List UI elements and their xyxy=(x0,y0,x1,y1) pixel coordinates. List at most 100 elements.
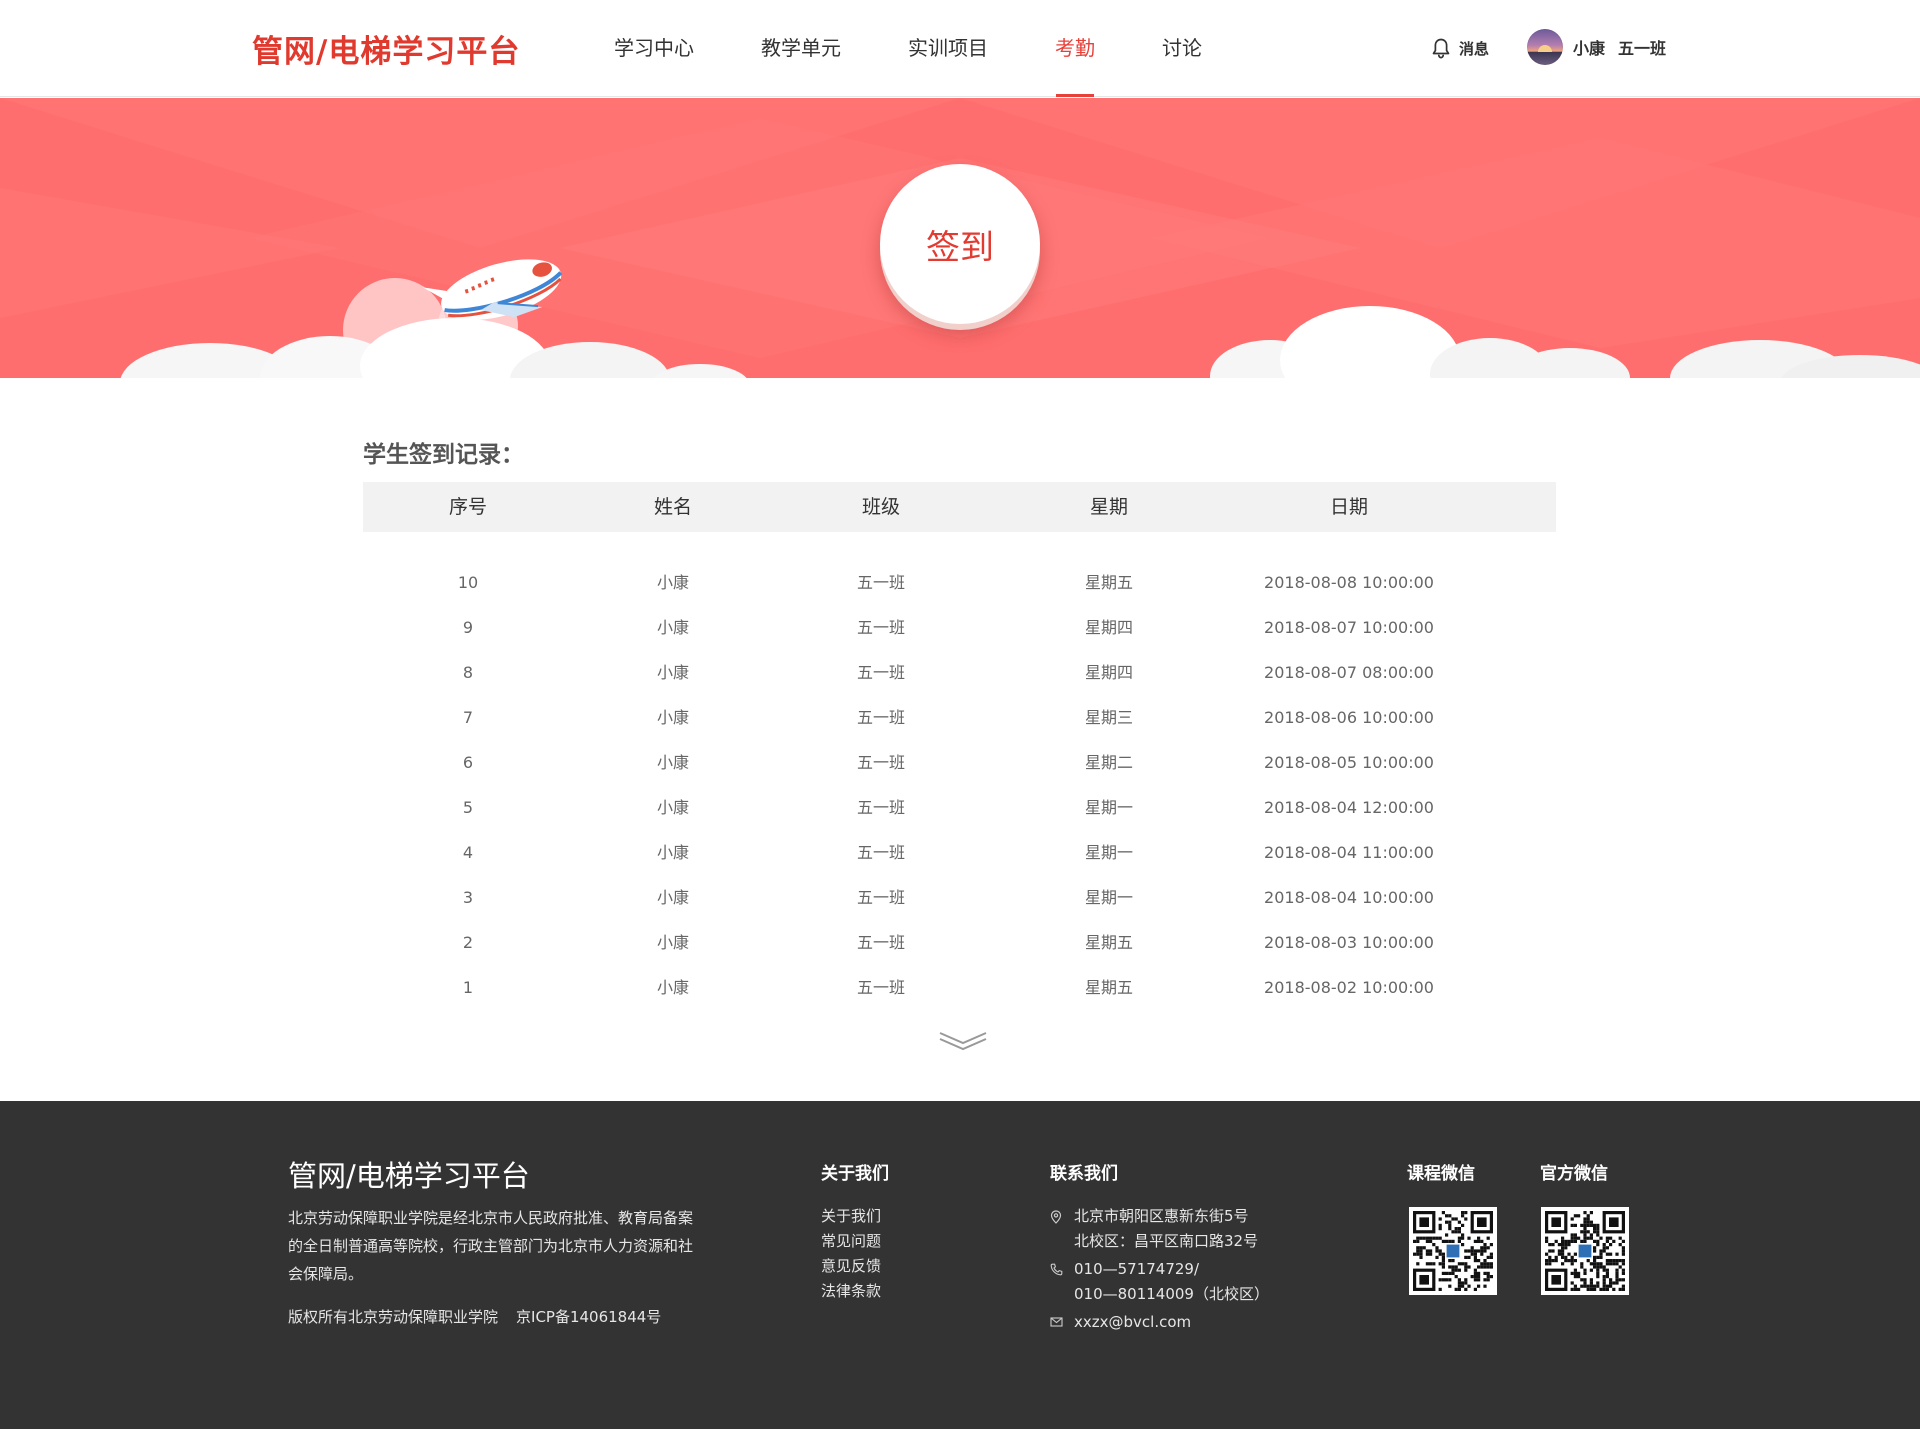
cell-date: 2018-08-02 10:00:00 xyxy=(1264,978,1434,997)
cell-date: 2018-08-07 08:00:00 xyxy=(1264,663,1434,682)
qr-code-course xyxy=(1409,1207,1497,1295)
contact-address: 北京市朝阳区惠新东街5号 北校区：昌平区南口路32号 xyxy=(1050,1204,1269,1254)
cell-index: 7 xyxy=(462,708,474,727)
cell-index: 5 xyxy=(462,798,474,817)
phone-main: 010—57174729/ xyxy=(1074,1260,1200,1278)
cell-weekday: 星期三 xyxy=(1084,708,1134,727)
cell-date: 2018-08-06 10:00:00 xyxy=(1264,708,1434,727)
user-name: 小康 xyxy=(1573,39,1606,58)
cell-class: 五一班 xyxy=(856,888,906,907)
footer-contact: 北京市朝阳区惠新东街5号 北校区：昌平区南口路32号 010—57174729/… xyxy=(1050,1204,1269,1335)
cell-name: 小康 xyxy=(656,753,690,772)
cell-weekday: 星期一 xyxy=(1084,798,1134,817)
qr-code-image xyxy=(1413,1211,1493,1291)
top-header: 管网/电梯学习平台 学习中心 教学单元 实训项目 考勤 讨论 消息 小康 五一班 xyxy=(0,0,1920,97)
cell-name: 小康 xyxy=(656,708,690,727)
site-logo[interactable]: 管网/电梯学习平台 xyxy=(252,26,520,71)
column-header-name: 姓名 xyxy=(653,496,693,518)
attendance-table: 序号 姓名 班级 星期 日期 10 小康 五一班 星期五 2018-08-08 … xyxy=(363,482,1556,1010)
cell-weekday: 星期五 xyxy=(1084,933,1134,952)
table-row: 9 小康 五一班 星期四 2018-08-07 10:00:00 xyxy=(363,605,1556,650)
cell-weekday: 星期二 xyxy=(1084,753,1134,772)
table-row: 5 小康 五一班 星期一 2018-08-04 12:00:00 xyxy=(363,785,1556,830)
cell-index: 8 xyxy=(462,663,474,682)
email-address[interactable]: xxzx@bvcl.com xyxy=(1074,1310,1269,1335)
cell-class: 五一班 xyxy=(856,663,906,682)
copyright-text: 版权所有北京劳动保障职业学院 xyxy=(288,1308,499,1326)
cell-class: 五一班 xyxy=(856,753,906,772)
table-row: 10 小康 五一班 星期五 2018-08-08 10:00:00 xyxy=(363,560,1556,605)
footer-link-faq[interactable]: 常见问题 xyxy=(821,1229,881,1254)
phone-north: 010—80114009（北校区） xyxy=(1074,1285,1269,1303)
table-row: 3 小康 五一班 星期一 2018-08-04 10:00:00 xyxy=(363,875,1556,920)
footer-link-legal[interactable]: 法律条款 xyxy=(821,1279,881,1304)
messages-button[interactable]: 消息 xyxy=(1432,34,1489,62)
cell-name: 小康 xyxy=(656,618,690,637)
cell-class: 五一班 xyxy=(856,798,906,817)
contact-phone: 010—57174729/ 010—80114009（北校区） xyxy=(1050,1257,1269,1307)
cell-index: 6 xyxy=(462,753,474,772)
table-row: 1 小康 五一班 星期五 2018-08-02 10:00:00 xyxy=(363,965,1556,1010)
cell-class: 五一班 xyxy=(856,573,906,592)
cell-name: 小康 xyxy=(656,978,690,997)
table-row: 7 小康 五一班 星期三 2018-08-06 10:00:00 xyxy=(363,695,1556,740)
cell-weekday: 星期五 xyxy=(1084,573,1134,592)
footer-description: 北京劳动保障职业学院是经北京市人民政府批准、教育局备案的全日制普通高等院校，行政… xyxy=(288,1209,694,1283)
nav-item-attendance[interactable]: 考勤 xyxy=(1041,0,1109,97)
nav-item-discussion[interactable]: 讨论 xyxy=(1148,0,1216,97)
avatar xyxy=(1527,29,1563,65)
icp-number[interactable]: 京ICP备14061844号 xyxy=(516,1308,661,1326)
footer-about-title: 关于我们 xyxy=(821,1164,889,1184)
table-row: 8 小康 五一班 星期四 2018-08-07 08:00:00 xyxy=(363,650,1556,695)
cell-date: 2018-08-08 10:00:00 xyxy=(1264,573,1434,592)
cell-class: 五一班 xyxy=(856,933,906,952)
cell-weekday: 星期四 xyxy=(1084,618,1134,637)
column-header-date: 日期 xyxy=(1329,496,1369,518)
attendance-banner: 签到 xyxy=(0,98,1920,378)
records-title: 学生签到记录： xyxy=(363,442,524,468)
load-more-button[interactable] xyxy=(938,1030,988,1056)
sign-in-button[interactable]: 签到 xyxy=(880,164,1040,324)
cell-name: 小康 xyxy=(656,663,690,682)
address-main: 北京市朝阳区惠新东街5号 xyxy=(1074,1207,1249,1225)
nav-item-learning-center[interactable]: 学习中心 xyxy=(600,0,708,97)
column-header-index: 序号 xyxy=(448,496,488,518)
address-north: 北校区：昌平区南口路32号 xyxy=(1074,1232,1259,1250)
double-chevron-down-icon xyxy=(939,1032,987,1051)
footer-brand: 管网/电梯学习平台 xyxy=(288,1159,530,1193)
cell-name: 小康 xyxy=(656,573,690,592)
cell-weekday: 星期一 xyxy=(1084,888,1134,907)
cell-date: 2018-08-04 11:00:00 xyxy=(1264,843,1434,862)
cell-date: 2018-08-07 10:00:00 xyxy=(1264,618,1434,637)
cell-index: 2 xyxy=(462,933,474,952)
cell-index: 10 xyxy=(457,573,479,592)
footer-copyright: 版权所有北京劳动保障职业学院 京ICP备14061844号 xyxy=(288,1306,661,1327)
footer-link-about[interactable]: 关于我们 xyxy=(821,1204,881,1229)
column-header-weekday: 星期 xyxy=(1089,496,1129,518)
cell-name: 小康 xyxy=(656,798,690,817)
cell-date: 2018-08-05 10:00:00 xyxy=(1264,753,1434,772)
cell-class: 五一班 xyxy=(856,843,906,862)
cell-index: 4 xyxy=(462,843,474,862)
cell-weekday: 星期四 xyxy=(1084,663,1134,682)
site-footer: 管网/电梯学习平台 北京劳动保障职业学院是经北京市人民政府批准、教育局备案的全日… xyxy=(0,1101,1920,1429)
cell-name: 小康 xyxy=(656,933,690,952)
cell-class: 五一班 xyxy=(856,708,906,727)
phone-icon xyxy=(1050,1263,1063,1276)
cell-date: 2018-08-03 10:00:00 xyxy=(1264,933,1434,952)
cell-name: 小康 xyxy=(656,888,690,907)
footer-link-feedback[interactable]: 意见反馈 xyxy=(821,1254,881,1279)
cell-index: 1 xyxy=(462,978,474,997)
table-row: 2 小康 五一班 星期五 2018-08-03 10:00:00 xyxy=(363,920,1556,965)
cell-class: 五一班 xyxy=(856,618,906,637)
table-header: 序号 姓名 班级 星期 日期 xyxy=(363,482,1556,532)
nav-item-training-projects[interactable]: 实训项目 xyxy=(894,0,1002,97)
cell-date: 2018-08-04 12:00:00 xyxy=(1264,798,1434,817)
location-pin-icon xyxy=(1050,1210,1062,1224)
cell-class: 五一班 xyxy=(856,978,906,997)
cell-index: 3 xyxy=(462,888,474,907)
cell-weekday: 星期一 xyxy=(1084,843,1134,862)
user-menu[interactable]: 小康 五一班 xyxy=(1527,28,1666,66)
contact-email: xxzx@bvcl.com xyxy=(1050,1310,1269,1335)
nav-item-teaching-units[interactable]: 教学单元 xyxy=(747,0,855,97)
